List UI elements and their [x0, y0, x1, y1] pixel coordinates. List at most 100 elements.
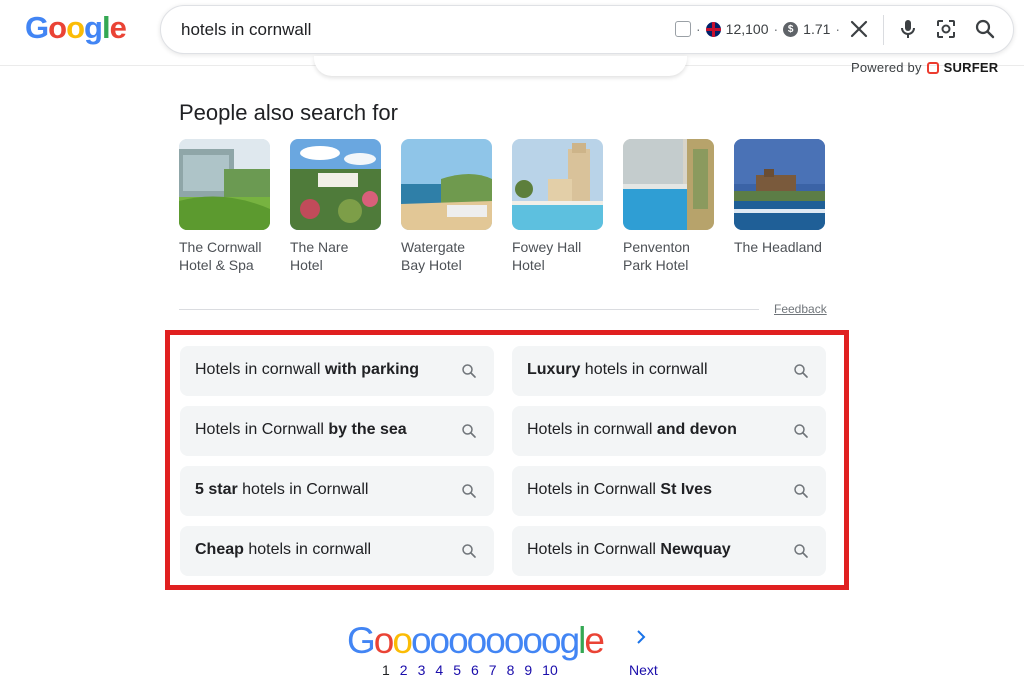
- search-input[interactable]: hotels in cornwall: [181, 20, 311, 40]
- pasf-label[interactable]: Fowey Hall Hotel: [512, 238, 603, 274]
- search-icon: [794, 544, 808, 558]
- chip-text: Cheap hotels in cornwall: [195, 541, 372, 558]
- feedback-link[interactable]: Feedback: [774, 302, 827, 316]
- logo-letter: G: [25, 10, 49, 45]
- separator-dot: ·: [773, 21, 779, 37]
- logo-letter: l: [101, 10, 111, 45]
- keyword-metrics: · 12,100 · $ 1.71 ·: [675, 21, 840, 37]
- chip-text: 5 star hotels in Cornwall: [195, 481, 369, 498]
- pasf-item-headland[interactable]: The Headland: [734, 139, 825, 274]
- chip-text: Hotels in Cornwall St Ives: [527, 481, 712, 498]
- separator-dot: ·: [696, 21, 701, 37]
- chip-text: Luxury hotels in cornwall: [527, 361, 708, 378]
- page-number-link[interactable]: 4: [435, 662, 443, 678]
- page-number-link[interactable]: 10: [542, 662, 558, 678]
- wordmark-letter: o: [392, 620, 413, 661]
- separator-dot: ·: [835, 21, 841, 37]
- wordmark-letter: o: [410, 620, 432, 661]
- logo-letter: o: [48, 10, 67, 45]
- pasf-label[interactable]: The Headland: [734, 238, 825, 256]
- hotel-thumbnail[interactable]: [290, 139, 381, 230]
- pasf-item-watergate-hotel[interactable]: Watergate Bay Hotel: [401, 139, 492, 274]
- search-icon: [462, 364, 476, 378]
- chip-text: Hotels in cornwall and devon: [527, 421, 737, 438]
- section-divider: [179, 309, 759, 310]
- uk-flag-icon: [705, 21, 721, 37]
- wordmark-letter: o: [448, 620, 469, 661]
- chip-text: Hotels in Cornwall by the sea: [195, 421, 407, 438]
- pasf-item-fowey-hall[interactable]: Fowey Hall Hotel: [512, 139, 603, 274]
- search-icon: [794, 364, 808, 378]
- people-also-search-title: People also search for: [179, 100, 398, 125]
- wordmark-letter: o: [540, 620, 562, 661]
- microphone-icon[interactable]: [896, 17, 920, 41]
- powered-by-surfer[interactable]: Powered by SURFER: [851, 60, 998, 75]
- wordmark-letter: G: [347, 620, 376, 661]
- related-search-chip[interactable]: Cheap hotels in cornwall: [180, 526, 494, 576]
- related-search-chip[interactable]: Luxury hotels in cornwall: [512, 346, 826, 396]
- hotel-thumbnail[interactable]: [734, 139, 825, 230]
- wordmark-letter: e: [584, 620, 605, 661]
- page-number-link[interactable]: 9: [524, 662, 532, 678]
- previous-card-edge: [314, 56, 687, 76]
- keyword-checkbox[interactable]: [675, 21, 691, 37]
- related-search-chip[interactable]: 5 star hotels in Cornwall: [180, 466, 494, 516]
- pasf-label[interactable]: Watergate Bay Hotel: [401, 238, 492, 274]
- page-number-link[interactable]: 6: [471, 662, 479, 678]
- surfer-logo-icon: [926, 61, 939, 74]
- related-search-chip[interactable]: Hotels in Cornwall Newquay: [512, 526, 826, 576]
- wordmark-letter: o: [466, 620, 488, 661]
- pasf-item-penventon-park[interactable]: Penventon Park Hotel: [623, 139, 714, 274]
- related-search-chip[interactable]: Hotels in cornwall and devon: [512, 406, 826, 456]
- chip-text: Hotels in cornwall with parking: [195, 361, 420, 378]
- hotel-thumbnail[interactable]: [512, 139, 603, 230]
- pasf-label[interactable]: The Nare Hotel: [290, 238, 381, 274]
- surfer-brand: SURFER: [943, 60, 999, 75]
- search-icon: [462, 544, 476, 558]
- search-icon: [794, 484, 808, 498]
- wordmark-letter: g: [559, 620, 581, 661]
- wordmark-letter: o: [373, 620, 395, 661]
- pasf-item-nare-hotel[interactable]: The Nare Hotel: [290, 139, 381, 274]
- search-icon: [462, 484, 476, 498]
- powered-by-label: Powered by: [851, 60, 922, 75]
- cpc-value: 1.71: [803, 21, 831, 37]
- wordmark-letter: o: [485, 620, 506, 661]
- next-page-link[interactable]: Next: [629, 662, 658, 678]
- search-icon: [794, 424, 808, 438]
- clear-search-icon[interactable]: [847, 17, 871, 41]
- search-volume: 12,100: [725, 21, 769, 37]
- hotel-thumbnail[interactable]: [623, 139, 714, 230]
- search-divider: [883, 15, 884, 45]
- google-lens-icon[interactable]: [934, 17, 958, 41]
- google-logo[interactable]: Google: [25, 10, 127, 46]
- page-number-link[interactable]: 3: [418, 662, 426, 678]
- search-icon[interactable]: [973, 17, 997, 41]
- wordmark-letter: o: [429, 620, 451, 661]
- next-page-chevron-icon[interactable]: [634, 628, 648, 646]
- wordmark-letter: o: [522, 620, 543, 661]
- people-also-search-list: The Cornwall Hotel & Spa The Nare Hotel Wa…: [179, 139, 825, 274]
- search-icon: [462, 424, 476, 438]
- related-search-chip[interactable]: Hotels in cornwall with parking: [180, 346, 494, 396]
- pasf-label[interactable]: Penventon Park Hotel: [623, 238, 714, 274]
- hotel-thumbnail[interactable]: [401, 139, 492, 230]
- pagination-wordmark: Goooooooooogle: [347, 620, 605, 662]
- page-number-link[interactable]: 8: [507, 662, 515, 678]
- page-number-current: 1: [382, 662, 390, 678]
- related-search-chip[interactable]: Hotels in Cornwall St Ives: [512, 466, 826, 516]
- wordmark-letter: o: [503, 620, 525, 661]
- related-searches: Hotels in cornwall with parking Luxury h…: [180, 346, 826, 576]
- logo-letter: g: [84, 10, 103, 45]
- hotel-thumbnail[interactable]: [179, 139, 270, 230]
- search-box[interactable]: hotels in cornwall · 12,100 · $ 1.71 ·: [160, 5, 1014, 54]
- chip-text: Hotels in Cornwall Newquay: [527, 541, 731, 558]
- logo-letter: e: [109, 10, 127, 45]
- pagination-numbers: 1 2 3 4 5 6 7 8 9 10: [382, 662, 558, 678]
- related-search-chip[interactable]: Hotels in Cornwall by the sea: [180, 406, 494, 456]
- page-number-link[interactable]: 5: [453, 662, 461, 678]
- page-number-link[interactable]: 2: [400, 662, 408, 678]
- page-number-link[interactable]: 7: [489, 662, 497, 678]
- pasf-label[interactable]: The Cornwall Hotel & Spa: [179, 238, 270, 274]
- pasf-item-cornwall-hotel[interactable]: The Cornwall Hotel & Spa: [179, 139, 270, 274]
